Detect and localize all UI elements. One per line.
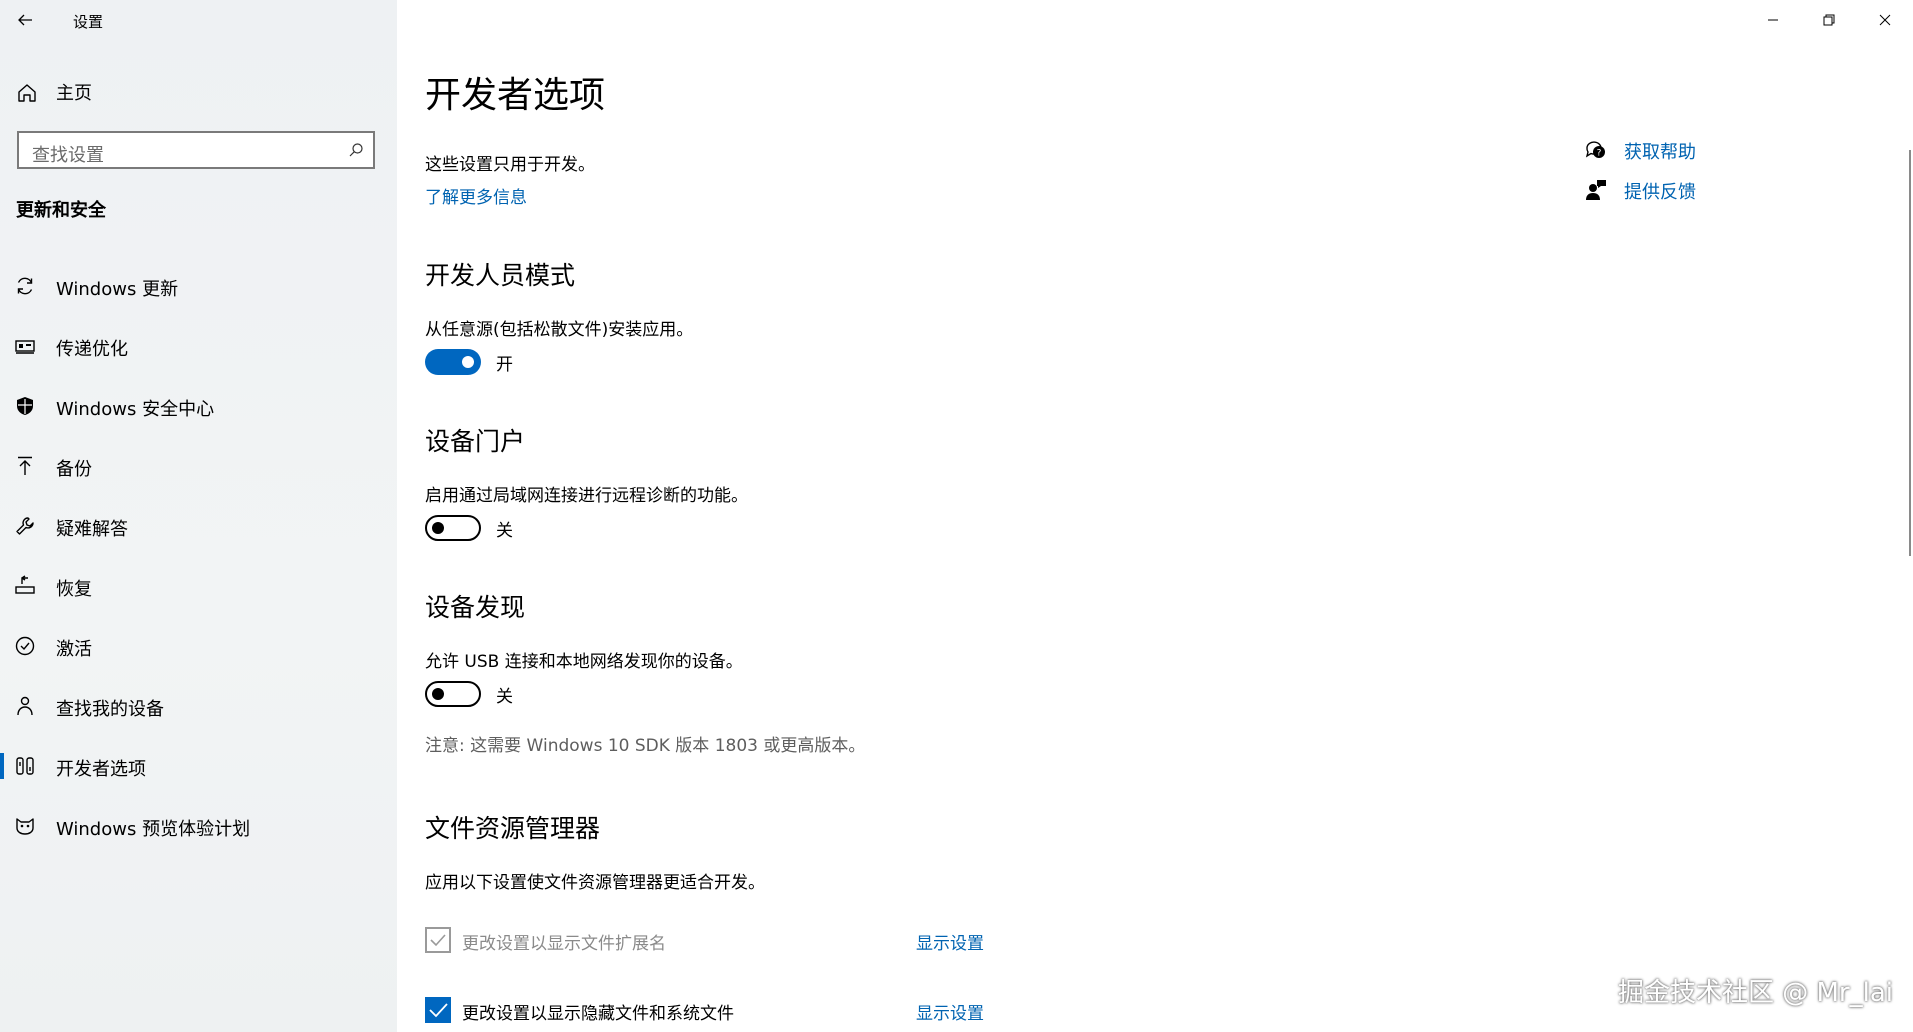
- sync-icon: [17, 277, 33, 295]
- toggle-knob: [432, 522, 444, 534]
- device-portal-state: 关: [496, 520, 513, 541]
- developer-mode-toggle[interactable]: [425, 349, 481, 375]
- sidebar-item-developer-options[interactable]: 开发者选项: [0, 736, 397, 796]
- sidebar-item-windows-update[interactable]: Windows 更新: [0, 256, 397, 316]
- sidebar-item-label: 疑难解答: [56, 519, 128, 540]
- home-label: 主页: [56, 83, 92, 104]
- device-portal-toggle[interactable]: [425, 515, 481, 541]
- home-icon: [18, 84, 36, 102]
- feedback-label: 提供反馈: [1624, 182, 1696, 203]
- close-button[interactable]: [1857, 0, 1913, 40]
- window-controls: [1745, 0, 1913, 40]
- checkmark-icon: [430, 934, 446, 947]
- sidebar-item-label: Windows 更新: [56, 279, 179, 300]
- file-extensions-show-settings-link[interactable]: 显示设置: [916, 929, 984, 954]
- sidebar-item-label: Windows 预览体验计划: [56, 819, 251, 840]
- person-location-icon: [17, 696, 33, 716]
- insider-cat-icon: [16, 818, 34, 835]
- titlebar-left: 设置: [0, 0, 397, 40]
- recovery-icon: [15, 575, 35, 594]
- sidebar-item-windows-security[interactable]: Windows 安全中心: [0, 376, 397, 436]
- search-icon[interactable]: [347, 141, 365, 159]
- hidden-files-checkbox[interactable]: [425, 997, 451, 1023]
- sidebar-item-activation[interactable]: 激活: [0, 616, 397, 676]
- sidebar-item-backup[interactable]: 备份: [0, 436, 397, 496]
- feedback-person-icon: [1586, 180, 1606, 200]
- watermark: 掘金技术社区 @ Mr_lai: [1617, 978, 1893, 1008]
- device-discovery-text: 允许 USB 连接和本地网络发现你的设备。: [425, 652, 743, 672]
- feedback-link[interactable]: 提供反馈: [1584, 176, 1784, 216]
- search-input[interactable]: 查找设置: [32, 141, 104, 167]
- help-panel: ? 获取帮助 提供反馈: [1584, 136, 1784, 216]
- developer-icon: [16, 757, 34, 775]
- hidden-files-show-settings-link[interactable]: 显示设置: [916, 999, 984, 1024]
- svg-text:?: ?: [1597, 149, 1602, 159]
- sidebar-item-find-my-device[interactable]: 查找我的设备: [0, 676, 397, 736]
- sidebar-item-label: 开发者选项: [56, 759, 146, 780]
- check-circle-icon: [15, 636, 35, 656]
- page-title: 开发者选项: [425, 75, 606, 116]
- nav-home[interactable]: 主页: [0, 70, 397, 114]
- wrench-icon: [16, 517, 34, 535]
- chat-help-icon: ?: [1585, 141, 1605, 159]
- nav-list: Windows 更新 传递优化 Windows 安全中心 备份 疑难解答 恢复 …: [0, 256, 397, 856]
- developer-mode-state: 开: [496, 354, 513, 375]
- toggle-knob: [432, 688, 444, 700]
- shield-icon: [17, 397, 33, 415]
- restore-button[interactable]: [1801, 0, 1857, 40]
- get-help-label: 获取帮助: [1624, 142, 1696, 163]
- learn-more-link[interactable]: 了解更多信息: [425, 183, 527, 208]
- developer-mode-text: 从任意源(包括松散文件)安装应用。: [425, 320, 694, 340]
- device-discovery-state: 关: [496, 686, 513, 707]
- device-portal-row: 关: [425, 515, 513, 541]
- device-discovery-heading: 设备发现: [425, 593, 526, 622]
- device-portal-heading: 设备门户: [425, 427, 526, 456]
- back-arrow-icon: [18, 14, 32, 26]
- sidebar-item-label: 传递优化: [56, 339, 128, 360]
- toggle-knob: [462, 356, 474, 368]
- sidebar-item-label: 备份: [56, 459, 92, 480]
- device-portal-text: 启用通过局域网连接进行远程诊断的功能。: [425, 486, 748, 506]
- back-button[interactable]: [10, 6, 40, 34]
- sidebar-item-label: Windows 安全中心: [56, 399, 215, 420]
- sidebar: 设置 主页 查找设置 更新和安全 Windows 更新 传递优化 Windows…: [0, 0, 397, 1032]
- upload-icon: [18, 456, 32, 475]
- sidebar-item-label: 恢复: [56, 579, 92, 600]
- file-explorer-heading: 文件资源管理器: [425, 814, 601, 843]
- sidebar-item-delivery-optimization[interactable]: 传递优化: [0, 316, 397, 376]
- search-box[interactable]: 查找设置: [17, 131, 375, 169]
- sidebar-item-troubleshoot[interactable]: 疑难解答: [0, 496, 397, 556]
- file-extensions-checkbox[interactable]: [425, 927, 451, 953]
- app-title: 设置: [73, 13, 104, 31]
- page-description: 这些设置只用于开发。: [425, 155, 595, 175]
- file-extensions-label: 更改设置以显示文件扩展名: [462, 934, 666, 954]
- minimize-icon: [1768, 19, 1778, 21]
- developer-mode-heading: 开发人员模式: [425, 261, 576, 290]
- device-discovery-toggle[interactable]: [425, 681, 481, 707]
- section-title: 更新和安全: [16, 200, 106, 221]
- sidebar-item-recovery[interactable]: 恢复: [0, 556, 397, 616]
- sidebar-item-windows-insider[interactable]: Windows 预览体验计划: [0, 796, 397, 856]
- file-explorer-text: 应用以下设置使文件资源管理器更适合开发。: [425, 873, 765, 893]
- get-help-link[interactable]: ? 获取帮助: [1584, 136, 1784, 176]
- device-discovery-note: 注意: 这需要 Windows 10 SDK 版本 1803 或更高版本。: [425, 736, 866, 756]
- restore-icon: [1823, 14, 1835, 26]
- checkmark-icon: [429, 1003, 448, 1018]
- device-discovery-row: 关: [425, 681, 513, 707]
- developer-mode-row: 开: [425, 349, 513, 375]
- sidebar-item-label: 查找我的设备: [56, 699, 164, 720]
- scrollbar[interactable]: [1909, 150, 1911, 556]
- minimize-button[interactable]: [1745, 0, 1801, 40]
- main-content: 开发者选项 这些设置只用于开发。 了解更多信息 开发人员模式 从任意源(包括松散…: [397, 0, 1913, 1032]
- close-icon: [1879, 14, 1891, 26]
- sidebar-item-label: 激活: [56, 639, 92, 660]
- delivery-icon: [15, 340, 35, 354]
- hidden-files-label: 更改设置以显示隐藏文件和系统文件: [462, 1004, 734, 1024]
